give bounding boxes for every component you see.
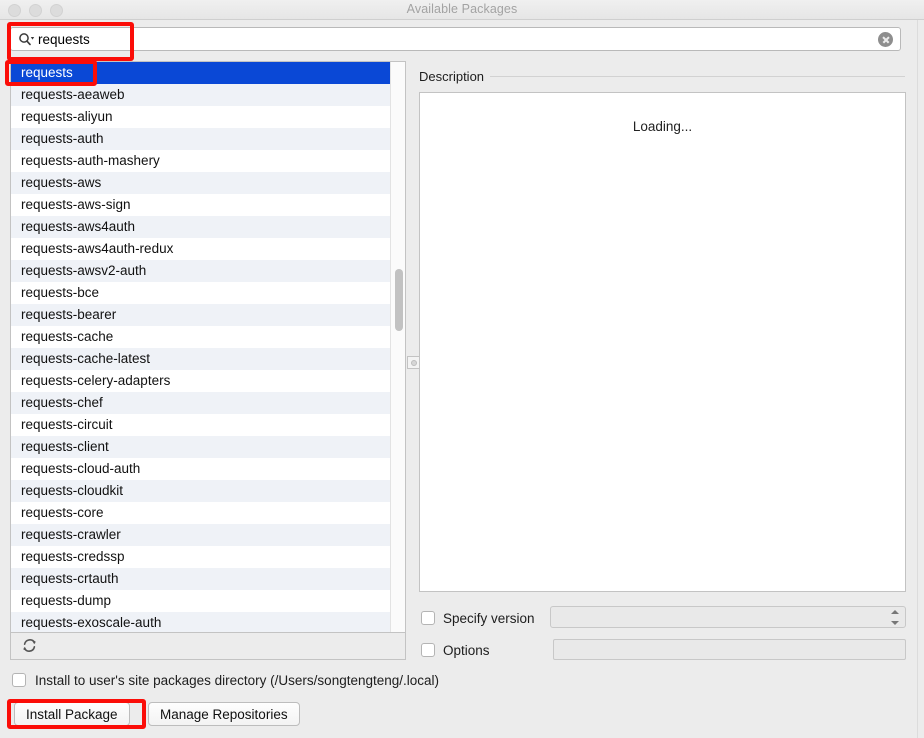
package-list-item[interactable]: requests-cache-latest: [11, 348, 405, 370]
specify-version-row: Specify version: [421, 608, 535, 628]
package-list-item[interactable]: requests-exoscale-auth: [11, 612, 405, 632]
package-list-item[interactable]: requests-aeaweb: [11, 84, 405, 106]
refresh-icon[interactable]: [21, 637, 38, 659]
package-list-item[interactable]: requests-dump: [11, 590, 405, 612]
package-list-item[interactable]: requests-celery-adapters: [11, 370, 405, 392]
user-site-checkbox[interactable]: [12, 673, 26, 687]
package-list-item[interactable]: requests-circuit: [11, 414, 405, 436]
package-list-scrollbar-thumb[interactable]: [395, 269, 403, 331]
options-checkbox[interactable]: [421, 643, 435, 657]
package-list-item[interactable]: requests-cloudkit: [11, 480, 405, 502]
package-list-item[interactable]: requests-aws4auth-redux: [11, 238, 405, 260]
manage-repositories-button[interactable]: Manage Repositories: [148, 702, 300, 726]
package-list-item[interactable]: requests-bce: [11, 282, 405, 304]
package-list-item[interactable]: requests-core: [11, 502, 405, 524]
package-list-item[interactable]: requests-aws-sign: [11, 194, 405, 216]
package-list-item[interactable]: requests-auth: [11, 128, 405, 150]
clear-icon[interactable]: [878, 31, 893, 47]
package-list-item[interactable]: requests-auth-mashery: [11, 150, 405, 172]
package-list-item[interactable]: requests-aws: [11, 172, 405, 194]
package-list-item[interactable]: requests-aliyun: [11, 106, 405, 128]
description-rule: [419, 76, 905, 77]
package-list-item[interactable]: requests-client: [11, 436, 405, 458]
search-icon[interactable]: [18, 32, 35, 46]
package-list-toolbar: [10, 633, 406, 660]
dialog-right-edge: [917, 20, 918, 738]
package-list-item[interactable]: requests-crawler: [11, 524, 405, 546]
install-package-button[interactable]: Install Package: [14, 702, 130, 726]
user-site-row: Install to user's site packages director…: [12, 671, 439, 689]
specify-version-label: Specify version: [443, 610, 535, 626]
package-list-scrollbar[interactable]: [390, 62, 405, 632]
package-list-rows: requests requests-aeaweb requests-aliyun re…: [11, 62, 405, 632]
version-combobox[interactable]: [550, 606, 906, 628]
specify-version-checkbox[interactable]: [421, 611, 435, 625]
stepper-icon[interactable]: [890, 610, 899, 625]
package-list-item[interactable]: requests: [11, 62, 405, 84]
search-input-value: requests: [38, 31, 90, 47]
package-list-item[interactable]: requests-crtauth: [11, 568, 405, 590]
package-list-item[interactable]: requests-aws4auth: [11, 216, 405, 238]
window-title: Available Packages: [406, 2, 518, 16]
user-site-label: Install to user's site packages director…: [35, 672, 440, 688]
package-list-item[interactable]: requests-cloud-auth: [11, 458, 405, 480]
search-row: requests: [0, 20, 924, 58]
search-input[interactable]: requests: [10, 27, 901, 51]
package-list-item[interactable]: requests-bearer: [11, 304, 405, 326]
options-label: Options: [443, 642, 490, 658]
package-list-item[interactable]: requests-awsv2-auth: [11, 260, 405, 282]
window-titlebar: Available Packages: [0, 0, 924, 20]
description-label: Description: [419, 69, 491, 84]
package-list-item[interactable]: requests-cache: [11, 326, 405, 348]
options-row: Options: [421, 640, 490, 660]
description-panel: Loading...: [419, 92, 906, 592]
package-list-item[interactable]: requests-chef: [11, 392, 405, 414]
options-input[interactable]: [553, 639, 906, 660]
package-list[interactable]: requests requests-aeaweb requests-aliyun re…: [10, 61, 406, 633]
description-body: Loading...: [632, 119, 693, 134]
package-list-item[interactable]: requests-credssp: [11, 546, 405, 568]
